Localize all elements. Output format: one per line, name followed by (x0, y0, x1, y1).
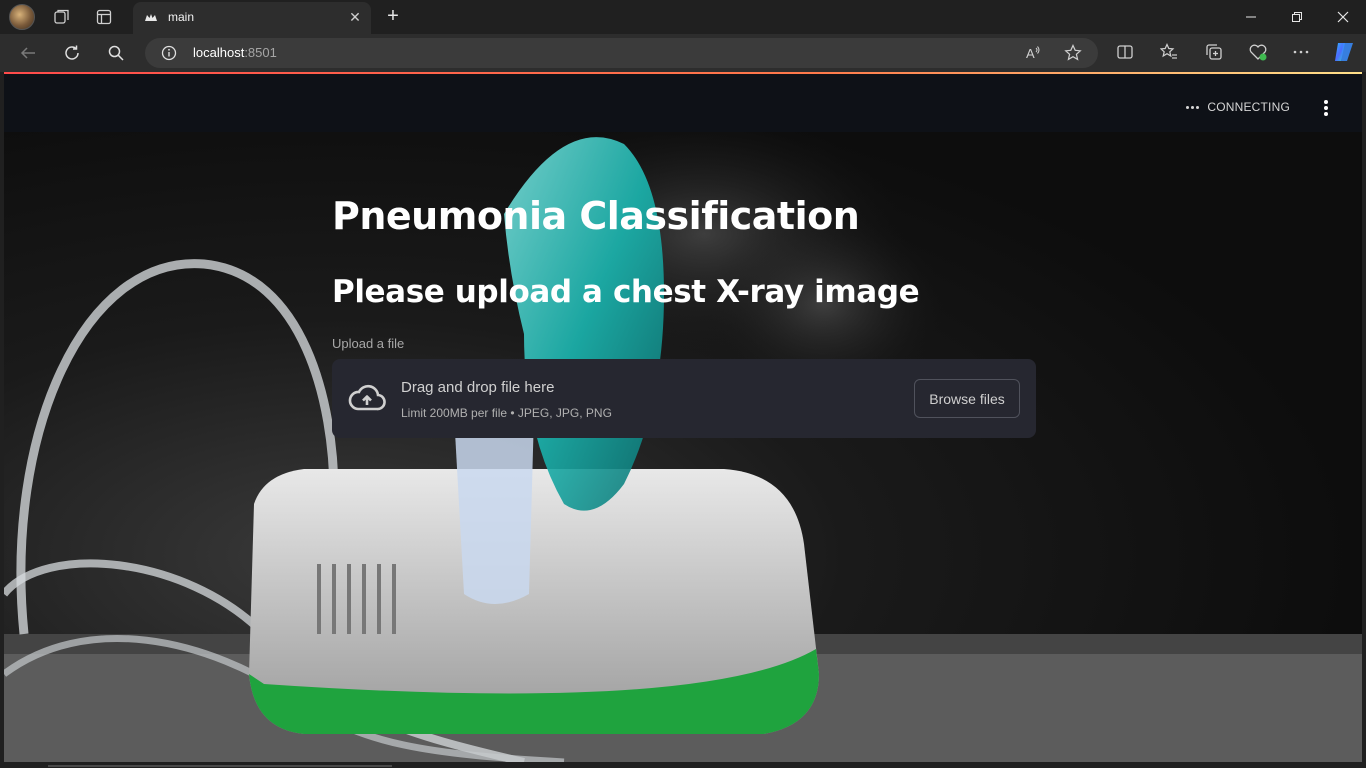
read-aloud-icon[interactable]: A (1024, 44, 1042, 62)
tab-actions-icon[interactable] (92, 5, 116, 29)
address-bar[interactable]: localhost:8501 A (145, 38, 1098, 68)
browser-toolbar: localhost:8501 A (0, 34, 1366, 72)
main-menu-icon[interactable] (1322, 100, 1330, 116)
streamlit-favicon-icon (145, 14, 157, 21)
dropzone-limit-text: Limit 200MB per file • JPEG, JPG, PNG (401, 406, 612, 420)
favorites-icon[interactable] (1159, 42, 1179, 62)
info-icon[interactable] (161, 45, 177, 61)
horizontal-scrollbar[interactable] (48, 765, 392, 767)
new-tab-button[interactable]: + (381, 5, 405, 29)
connection-status-text: CONNECTING (1207, 100, 1290, 114)
restore-button[interactable] (1274, 0, 1320, 34)
collections-icon[interactable] (1204, 42, 1224, 62)
url-host: localhost (193, 45, 245, 60)
page-title: Pneumonia Classification (332, 194, 860, 238)
connection-status: CONNECTING (1186, 100, 1290, 114)
split-screen-icon[interactable] (1115, 42, 1135, 62)
file-dropzone[interactable]: Drag and drop file here Limit 200MB per … (332, 359, 1036, 438)
more-icon[interactable] (1291, 42, 1311, 62)
copilot-icon[interactable] (1332, 40, 1356, 64)
tab-title: main (168, 10, 195, 24)
browser-tab-main[interactable]: main ✕ (133, 2, 371, 34)
connecting-dots-icon (1186, 105, 1200, 109)
url-text[interactable]: localhost:8501 (193, 45, 277, 60)
browser-titlebar: main ✕ + (0, 0, 1366, 34)
app-viewport: CONNECTING Pneumonia Classification Plea… (4, 74, 1362, 762)
file-uploader-label: Upload a file (332, 336, 405, 351)
back-arrow-icon[interactable] (17, 42, 39, 64)
workspaces-icon[interactable] (50, 5, 74, 29)
page-subtitle: Please upload a chest X-ray image (332, 274, 920, 310)
search-icon[interactable] (105, 42, 127, 64)
browser-essentials-icon[interactable] (1248, 42, 1268, 62)
url-port: :8501 (244, 45, 277, 60)
browse-files-button[interactable]: Browse files (914, 379, 1020, 418)
star-icon[interactable] (1064, 44, 1082, 62)
streamlit-header: CONNECTING (4, 74, 1362, 132)
main-content: Pneumonia Classification Please upload a… (332, 194, 1036, 438)
dropzone-instructions: Drag and drop file here (401, 379, 555, 396)
svg-text:A: A (1026, 46, 1035, 61)
cloud-upload-icon (348, 384, 386, 411)
minimize-button[interactable] (1228, 0, 1274, 34)
refresh-icon[interactable] (61, 42, 83, 64)
close-tab-icon[interactable]: ✕ (347, 8, 363, 26)
profile-avatar[interactable] (9, 4, 35, 30)
close-window-button[interactable] (1320, 0, 1366, 34)
